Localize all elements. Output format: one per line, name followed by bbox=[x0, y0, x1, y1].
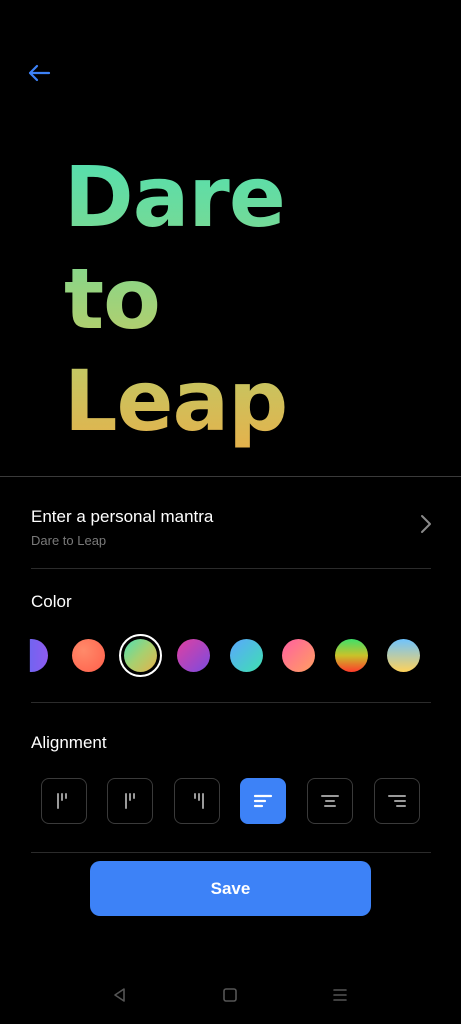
align-vertical-left-button[interactable] bbox=[41, 778, 87, 824]
back-button[interactable] bbox=[24, 58, 54, 88]
personal-mantra-value: Dare to Leap bbox=[31, 533, 107, 548]
personal-mantra-title: Enter a personal mantra bbox=[31, 507, 214, 526]
nav-menu-button[interactable] bbox=[330, 985, 350, 1005]
save-button[interactable]: Save bbox=[90, 861, 371, 916]
alignment-label: Alignment bbox=[31, 733, 107, 752]
align-left-button[interactable] bbox=[240, 778, 286, 824]
mantra-preview-line: Leap bbox=[64, 350, 364, 452]
system-navigation-bar bbox=[0, 975, 461, 1015]
triangle-back-icon bbox=[114, 988, 125, 1002]
divider bbox=[0, 476, 461, 477]
alignment-options bbox=[0, 778, 461, 824]
square-home-icon bbox=[223, 988, 237, 1002]
align-center-icon bbox=[321, 795, 339, 807]
color-swatch[interactable] bbox=[387, 639, 420, 672]
align-right-button[interactable] bbox=[374, 778, 420, 824]
align-center-button[interactable] bbox=[307, 778, 353, 824]
color-swatch-row bbox=[0, 634, 461, 678]
menu-lines-icon bbox=[333, 989, 347, 1001]
color-swatch[interactable] bbox=[72, 639, 105, 672]
color-swatch[interactable] bbox=[177, 639, 210, 672]
divider bbox=[31, 568, 431, 569]
align-vertical-center-button[interactable] bbox=[107, 778, 153, 824]
personal-mantra-row[interactable]: Enter a personal mantra Dare to Leap bbox=[0, 498, 461, 560]
chevron-right-icon bbox=[421, 515, 431, 533]
mantra-preview-line: Dare bbox=[64, 146, 364, 248]
arrow-left-icon bbox=[28, 64, 51, 82]
align-left-icon bbox=[253, 794, 273, 808]
color-swatch-selected[interactable] bbox=[119, 634, 162, 677]
color-label: Color bbox=[31, 592, 72, 611]
nav-back-button[interactable] bbox=[110, 985, 130, 1005]
nav-home-button[interactable] bbox=[220, 985, 240, 1005]
align-right-icon bbox=[388, 795, 406, 807]
align-vertical-center-icon bbox=[125, 793, 135, 809]
align-vertical-right-button[interactable] bbox=[174, 778, 220, 824]
align-vertical-right-icon bbox=[194, 793, 204, 809]
color-swatch[interactable] bbox=[282, 639, 315, 672]
color-swatch[interactable] bbox=[335, 639, 368, 672]
mantra-preview: Dare to Leap bbox=[64, 146, 364, 452]
divider bbox=[31, 702, 431, 703]
color-swatch[interactable] bbox=[29, 639, 48, 672]
color-swatch[interactable] bbox=[230, 639, 263, 672]
divider bbox=[31, 852, 431, 853]
mantra-preview-line: to bbox=[64, 248, 364, 350]
align-vertical-left-icon bbox=[57, 793, 67, 809]
